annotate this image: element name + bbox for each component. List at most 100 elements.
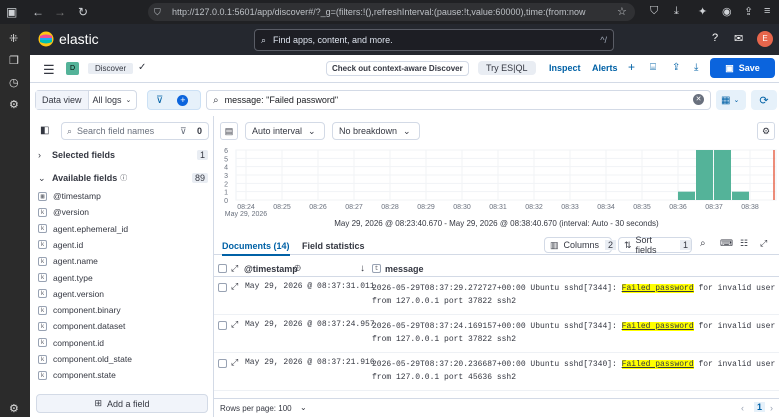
avatar[interactable]: E <box>757 31 773 47</box>
field-item[interactable]: k component.dataset <box>38 318 125 334</box>
chevron-down-icon[interactable]: ✓ <box>138 62 146 73</box>
table-row[interactable]: ⤢ May 29, 2026 @ 08:37:31.011 2026-05-29T0… <box>214 278 779 315</box>
rows-per-page[interactable]: Rows per page: 100 <box>220 404 292 413</box>
collapse-sidebar-icon[interactable]: ◧ <box>40 125 49 136</box>
field-item[interactable]: k agent.name <box>38 253 98 269</box>
plus-icon[interactable]: + <box>628 60 635 74</box>
available-fields-toggle[interactable]: ⌄ Available fields ⓘ 89 <box>38 171 208 185</box>
filter-icon[interactable]: ⊽ <box>156 95 163 106</box>
folder-icon[interactable]: ⌸ <box>650 62 656 73</box>
settings-icon[interactable]: ⚙ <box>9 98 19 111</box>
field-item[interactable]: k agent.ephemeral_id <box>38 221 128 237</box>
table-row[interactable]: ⤢ May 29, 2026 @ 08:37:21.916 2026-05-29T0… <box>214 354 779 391</box>
x-tick-label: 08:36 <box>669 204 687 211</box>
x-tick-label: 08:32 <box>525 204 543 211</box>
menu-icon[interactable]: ≡ <box>764 5 770 17</box>
expand-row-icon[interactable]: ⤢ <box>231 357 238 368</box>
url-bar[interactable]: ⛉ http://127.0.0.1:5601/app/discover#/?_… <box>148 3 635 21</box>
extensions-icon[interactable]: ✦ <box>698 5 707 18</box>
density-icon[interactable]: ☷ <box>740 238 748 249</box>
field-item[interactable]: k agent.type <box>38 270 93 286</box>
expand-row-icon[interactable]: ⤢ <box>231 281 238 292</box>
page-number[interactable]: 1 <box>754 402 766 412</box>
search-icon[interactable]: ⌕ <box>700 238 706 249</box>
clock-icon[interactable]: ◷ <box>9 76 19 89</box>
chevron-down-icon[interactable]: ⌄ <box>300 403 307 412</box>
selected-count-badge: 1 <box>196 150 208 160</box>
keyboard-icon[interactable]: ⌨ <box>720 238 733 249</box>
field-item[interactable]: k agent.version <box>38 286 104 302</box>
breakdown-select[interactable]: No breakdown ⌄ <box>332 122 420 140</box>
field-search-input[interactable]: ⌕ Search field names ⊽ 0 <box>61 122 209 140</box>
sort-icon: ⇅ <box>624 239 632 250</box>
message-suffix: for invalid user fakeuser <box>698 284 777 293</box>
clear-icon[interactable]: ✕ <box>693 94 704 105</box>
add-field-button[interactable]: ⊞ Add a field <box>36 394 208 413</box>
field-item[interactable]: k component.old_state <box>38 351 132 367</box>
alerts-link[interactable]: Alerts <box>592 63 618 73</box>
breadcrumb[interactable]: Discover <box>88 63 134 74</box>
notifications-icon[interactable]: ✉ <box>734 32 743 45</box>
keyword-field-icon: k <box>38 273 47 282</box>
date-picker-button[interactable]: ▦ ⌄ <box>716 90 746 110</box>
field-item[interactable]: ▦ @timestamp <box>38 188 101 204</box>
data-view-picker[interactable]: Data view All logs ⌄ <box>35 90 137 110</box>
row-checkbox[interactable] <box>218 359 227 368</box>
share-icon[interactable]: ⇪ <box>744 5 753 18</box>
context-aware-button[interactable]: Check out context-aware Discover <box>326 61 469 76</box>
bookmark-star-icon[interactable]: ☆ <box>617 5 627 18</box>
field-item[interactable]: k agent.id <box>38 237 83 253</box>
row-checkbox[interactable] <box>218 321 227 330</box>
global-search[interactable]: ⌕ Find apps, content, and more. ^/ <box>254 29 614 51</box>
field-item[interactable]: k component.binary <box>38 302 121 318</box>
field-item[interactable]: k component.state <box>38 367 116 383</box>
chart-options-icon[interactable]: ⚙ <box>757 122 775 140</box>
back-icon[interactable]: ← <box>32 5 44 19</box>
columns-button[interactable]: ▥ Columns 2 <box>544 237 617 253</box>
connect-icon[interactable]: ⁜ <box>9 32 18 45</box>
elastic-logo[interactable]: elastic <box>38 31 99 47</box>
sidebar-toggle-icon[interactable]: ▣ <box>6 5 17 19</box>
sort-down-icon[interactable]: ↓ <box>360 263 365 274</box>
inspect-link[interactable]: Inspect <box>549 63 581 73</box>
hamburger-icon[interactable]: ☰ <box>43 62 55 78</box>
filter-count: 0 <box>197 126 203 136</box>
download-icon[interactable]: ⤓ <box>694 62 698 73</box>
clock-icon: ◷ <box>294 263 301 272</box>
kql-query-input[interactable]: ⌕ message: "Failed password" ✕ <box>206 90 711 110</box>
field-item[interactable]: k @version <box>38 204 89 220</box>
refresh-button[interactable]: ⟳ <box>751 90 777 110</box>
time-range-text: May 29, 2026 @ 08:23:40.670 - May 29, 20… <box>334 219 659 228</box>
field-name: component.old_state <box>53 354 132 364</box>
download-icon[interactable]: ⤓ <box>674 5 679 18</box>
tab-field-statistics[interactable]: Field statistics <box>302 241 365 251</box>
table-row[interactable]: ⤢ May 29, 2026 @ 08:37:24.957 2026-05-29T0… <box>214 316 779 353</box>
toggle-chart-icon[interactable]: ▤ <box>220 122 238 140</box>
share-icon[interactable]: ⇪ <box>672 62 680 73</box>
next-page-icon[interactable]: › <box>770 403 773 413</box>
gear-icon[interactable]: ⚙ <box>9 402 19 415</box>
shield-icon[interactable]: ⛉ <box>650 5 658 18</box>
column-message[interactable]: message <box>385 264 424 274</box>
account-icon[interactable]: ◉ <box>722 5 732 18</box>
field-item[interactable]: k component.id <box>38 335 104 351</box>
fullscreen-icon[interactable]: ⤢ <box>760 238 767 249</box>
interval-select[interactable]: Auto interval ⌄ <box>245 122 325 140</box>
expand-row-icon[interactable]: ⤢ <box>231 319 238 330</box>
sort-fields-button[interactable]: ⇅ Sort fields 1 <box>618 235 692 255</box>
selected-fields-toggle[interactable]: › Selected fields 1 <box>38 148 208 162</box>
column-timestamp[interactable]: @timestamp <box>244 264 298 274</box>
add-filter-icon[interactable]: + <box>177 94 189 106</box>
filter-icon[interactable]: ⊽ <box>180 126 187 137</box>
space-badge[interactable]: D <box>66 62 79 75</box>
save-button[interactable]: ▣ Save <box>710 58 775 78</box>
prev-page-icon[interactable]: ‹ <box>741 403 744 413</box>
reload-icon[interactable]: ↻ <box>78 5 88 19</box>
select-all-checkbox[interactable] <box>218 264 227 273</box>
layers-icon[interactable]: ❐ <box>9 54 19 67</box>
row-checkbox[interactable] <box>218 283 227 292</box>
tab-documents[interactable]: Documents (14) <box>222 241 290 256</box>
try-esql-button[interactable]: Try ES|QL <box>478 61 536 75</box>
help-icon[interactable]: ? <box>712 32 718 44</box>
forward-icon[interactable]: → <box>54 5 66 19</box>
